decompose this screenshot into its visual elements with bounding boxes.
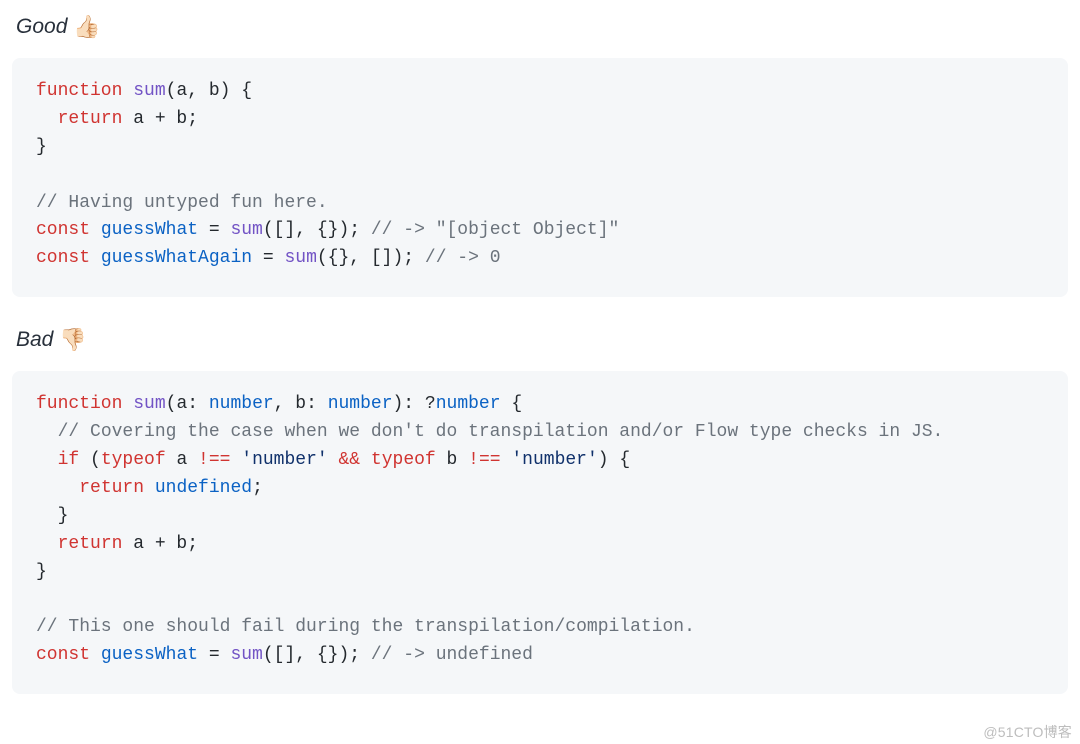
- fn-name: sum: [133, 81, 165, 101]
- page: Good 👍🏻 function sum(a, b) { return a + …: [0, 0, 1080, 744]
- brace: {: [501, 394, 523, 414]
- fn-call: sum: [284, 248, 316, 268]
- b: b: [436, 450, 468, 470]
- kw-return: return: [58, 109, 123, 129]
- assign: =: [198, 645, 230, 665]
- args: ({}, []);: [317, 248, 414, 268]
- heading-bad-text: Bad: [16, 328, 53, 352]
- open: (: [79, 450, 101, 470]
- comment: // -> undefined: [360, 645, 533, 665]
- sig-close: ): ?: [393, 394, 436, 414]
- comment: // Covering the case when we don't do tr…: [58, 422, 944, 442]
- sig-mid: , b:: [274, 394, 328, 414]
- ident: guessWhat: [101, 220, 198, 240]
- ident: guessWhat: [101, 645, 198, 665]
- comment: // -> "[object Object]": [360, 220, 619, 240]
- code-block-good: function sum(a, b) { return a + b; } // …: [12, 58, 1068, 297]
- kw-function: function: [36, 81, 122, 101]
- string: 'number': [511, 450, 597, 470]
- sp: [144, 478, 155, 498]
- thumbs-up-icon: 👍🏻: [73, 14, 100, 40]
- heading-bad: Bad 👎🏻: [16, 327, 1068, 353]
- heading-good: Good 👍🏻: [16, 14, 1068, 40]
- brace: }: [36, 562, 47, 582]
- comment: // Having untyped fun here.: [36, 193, 328, 213]
- expr: a + b;: [122, 534, 198, 554]
- semi: ;: [252, 478, 263, 498]
- kw-const: const: [36, 645, 90, 665]
- close: ) {: [598, 450, 630, 470]
- watermark: @51CTO博客: [983, 722, 1072, 742]
- kw-typeof: typeof: [371, 450, 436, 470]
- comment: // This one should fail during the trans…: [36, 617, 695, 637]
- kw-const: const: [36, 220, 90, 240]
- type: number: [328, 394, 393, 414]
- kw-const: const: [36, 248, 90, 268]
- op-neq: !==: [468, 450, 500, 470]
- code-block-bad: function sum(a: number, b: number): ?num…: [12, 371, 1068, 694]
- type: number: [209, 394, 274, 414]
- sp: [360, 450, 371, 470]
- brace: }: [36, 137, 47, 157]
- expr: a + b;: [122, 109, 198, 129]
- args: ([], {});: [263, 220, 360, 240]
- a: a: [166, 450, 198, 470]
- kw-if: if: [58, 450, 80, 470]
- assign: =: [252, 248, 284, 268]
- sp: [328, 450, 339, 470]
- args: ([], {});: [263, 645, 360, 665]
- kw-return: return: [79, 478, 144, 498]
- comment: // -> 0: [414, 248, 500, 268]
- kw-function: function: [36, 394, 122, 414]
- kw-return: return: [58, 534, 123, 554]
- fn-name: sum: [133, 394, 165, 414]
- kw-typeof: typeof: [101, 450, 166, 470]
- op-neq: !==: [198, 450, 230, 470]
- ident: guessWhatAgain: [101, 248, 252, 268]
- op-and: &&: [339, 450, 361, 470]
- sig-open: (a:: [166, 394, 209, 414]
- sp: [501, 450, 512, 470]
- string: 'number': [241, 450, 327, 470]
- fn-call: sum: [230, 645, 262, 665]
- heading-good-text: Good: [16, 15, 67, 39]
- fn-call: sum: [230, 220, 262, 240]
- brace: }: [58, 506, 69, 526]
- assign: =: [198, 220, 230, 240]
- type: number: [436, 394, 501, 414]
- thumbs-down-icon: 👎🏻: [59, 327, 86, 353]
- sp: [230, 450, 241, 470]
- fn-sig: (a, b) {: [166, 81, 252, 101]
- undefined: undefined: [155, 478, 252, 498]
